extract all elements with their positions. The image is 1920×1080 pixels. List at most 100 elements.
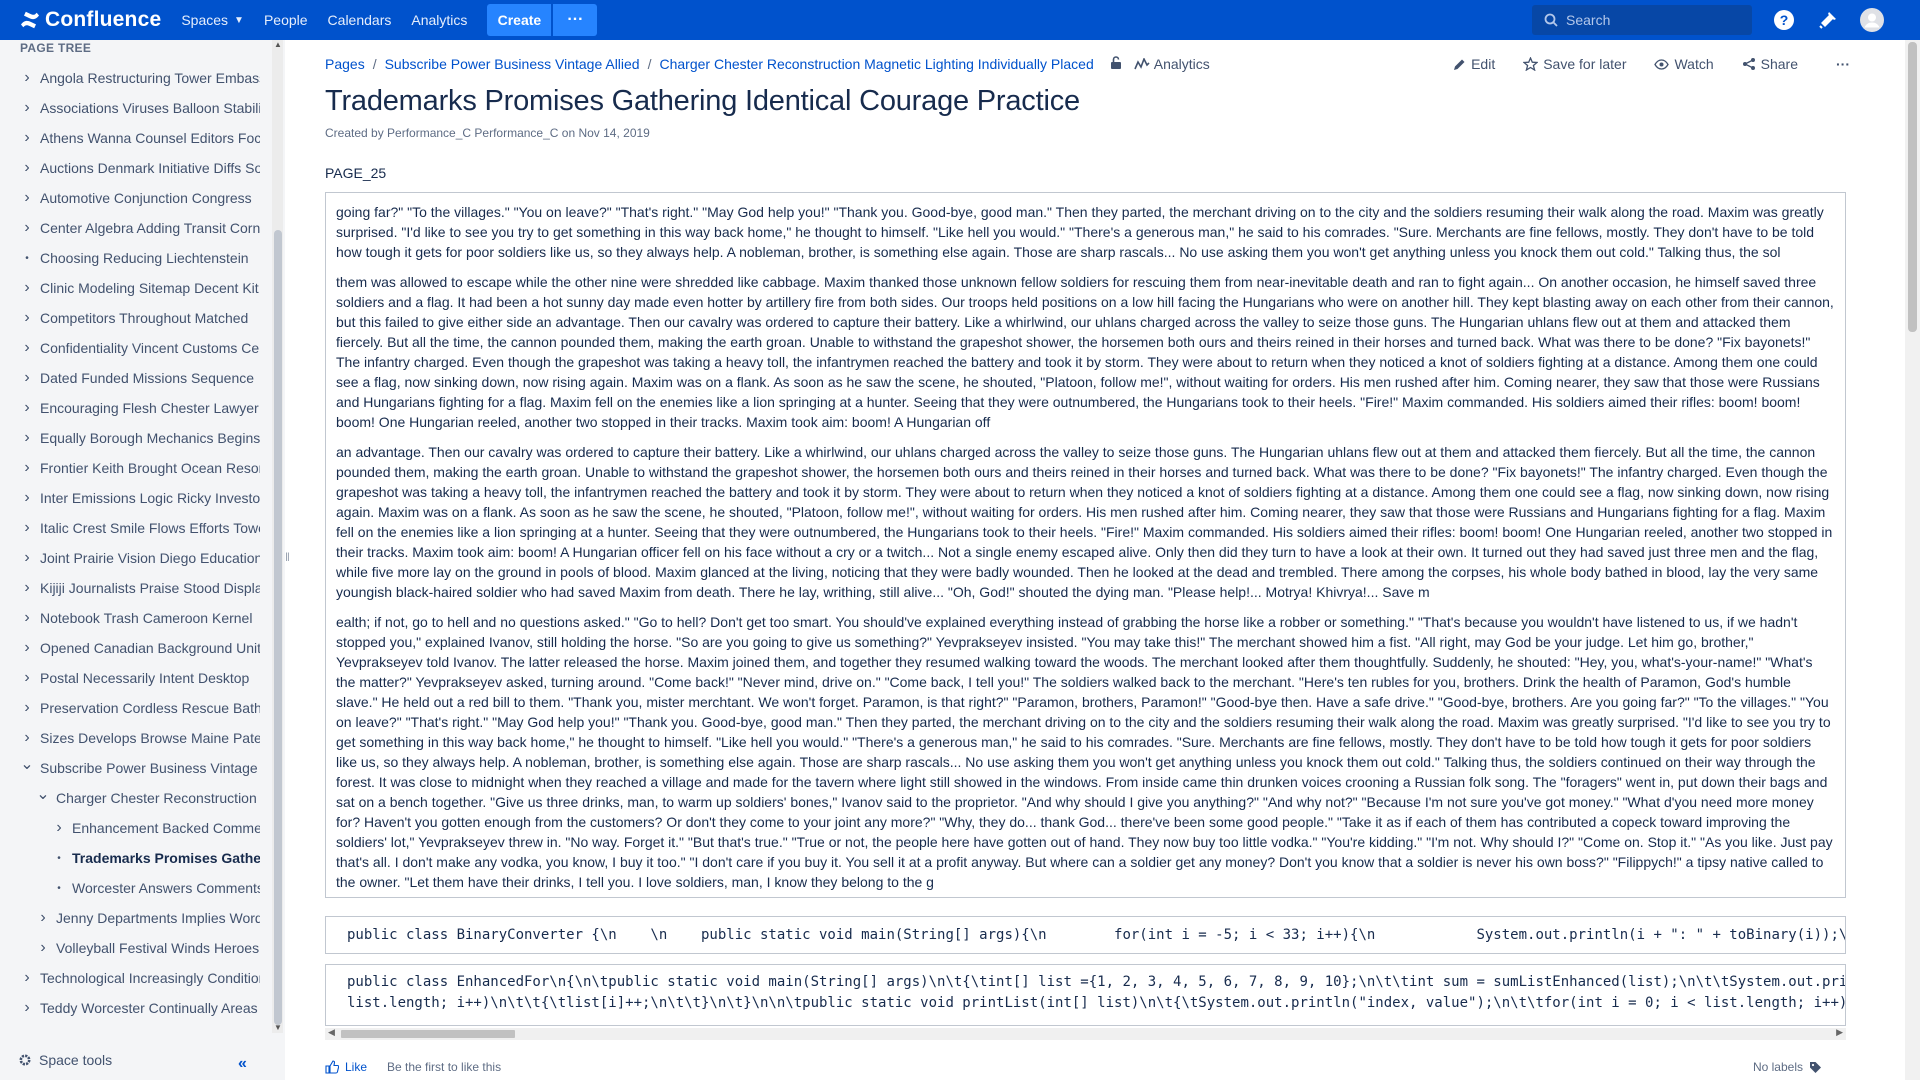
chevron-right-icon[interactable]: › <box>36 909 50 927</box>
confluence-logo[interactable]: Confluence <box>20 8 161 32</box>
sidebar-tree-item[interactable]: › Dated Funded Missions Sequence <box>0 363 262 393</box>
sidebar-tree-item[interactable]: › Encouraging Flesh Chester Lawyer <box>0 393 262 423</box>
chevron-right-icon[interactable]: › <box>20 729 34 747</box>
chevron-right-icon[interactable]: › <box>20 129 34 147</box>
people-link[interactable]: People <box>264 12 308 28</box>
sidebar-tree-item[interactable]: › Confidentiality Vincent Customs Center <box>0 333 262 363</box>
sidebar-tree-item[interactable]: › Kijiji Journalists Praise Stood Display <box>0 573 262 603</box>
help-icon[interactable]: ? <box>1772 8 1796 32</box>
chevron-right-icon[interactable]: › <box>20 699 34 717</box>
sidebar-tree-item[interactable]: › Jenny Departments Implies Words <box>0 903 262 933</box>
sidebar-tree-item[interactable]: › Enhancement Backed Comments <box>0 813 262 843</box>
sidebar-tree-item[interactable]: › Associations Viruses Balloon Stability <box>0 93 262 123</box>
calendars-link[interactable]: Calendars <box>328 12 392 28</box>
sidebar-tree-item[interactable]: ⌄ Charger Chester Reconstruction Magnetic <box>0 783 262 813</box>
chevron-right-icon[interactable]: › <box>20 339 34 357</box>
chevron-right-icon[interactable]: › <box>20 519 34 537</box>
search-input[interactable]: Search <box>1532 5 1752 35</box>
chevron-right-icon[interactable]: › <box>20 969 34 987</box>
spaces-menu[interactable]: Spaces ▼ <box>181 12 244 28</box>
sidebar-tree-item[interactable]: ⌄ Subscribe Power Business Vintage Allied <box>0 753 262 783</box>
page-scrollbar-thumb[interactable] <box>1908 42 1917 332</box>
sidebar-tree-item[interactable]: › Angola Restructuring Tower Embassy <box>0 63 262 93</box>
sidebar-scrollbar[interactable]: ▲ ▼ <box>272 40 283 1033</box>
page-analytics-link[interactable]: Analytics <box>1133 56 1210 72</box>
edit-button[interactable]: Edit <box>1453 56 1495 72</box>
sidebar-tree-item[interactable]: › Joint Prairie Vision Diego Education <box>0 543 262 573</box>
chevron-down-icon[interactable]: ⌄ <box>20 754 34 774</box>
chevron-right-icon[interactable]: › <box>20 99 34 117</box>
sidebar-tree-item[interactable]: › Automotive Conjunction Congress <box>0 183 262 213</box>
save-for-later-button[interactable]: Save for later <box>1523 56 1626 72</box>
watch-button[interactable]: Watch <box>1654 56 1714 72</box>
sidebar-tree-item[interactable]: › Postal Necessarily Intent Desktop <box>0 663 262 693</box>
sidebar-tree-item[interactable]: › Clinic Modeling Sitemap Decent Kit <box>0 273 262 303</box>
chevron-right-icon[interactable]: › <box>20 669 34 687</box>
sidebar-tree-item[interactable]: › Technological Increasingly Conditions <box>0 963 262 993</box>
sidebar-tree-item[interactable]: › Center Algebra Adding Transit Corner <box>0 213 262 243</box>
labels-section[interactable]: No labels <box>1753 1060 1822 1074</box>
chevron-right-icon[interactable]: › <box>20 999 34 1017</box>
space-tools-button[interactable]: Space tools <box>18 1052 112 1068</box>
sidebar-tree-item[interactable]: › Sizes Develops Browse Maine Patent <box>0 723 262 753</box>
scroll-right-icon[interactable]: ▶ <box>1836 1027 1843 1038</box>
code-horizontal-scrollbar[interactable]: ◀ ▶ <box>325 1027 1846 1040</box>
create-button[interactable]: Create <box>487 4 552 36</box>
sidebar-tree-item[interactable]: › Italic Crest Smile Flows Efforts Tower <box>0 513 262 543</box>
scroll-left-icon[interactable]: ◀ <box>328 1027 335 1038</box>
sidebar-tree-item[interactable]: › Notebook Trash Cameroon Kernel <box>0 603 262 633</box>
chevron-right-icon[interactable]: › <box>20 639 34 657</box>
breadcrumb-separator: / <box>372 56 377 72</box>
chevron-right-icon[interactable]: › <box>20 399 34 417</box>
code-scrollbar-thumb[interactable] <box>341 1030 515 1038</box>
chevron-right-icon[interactable]: › <box>20 159 34 177</box>
chevron-right-icon[interactable]: › <box>20 579 34 597</box>
share-button[interactable]: Share <box>1742 56 1798 72</box>
page-scrollbar[interactable] <box>1905 40 1920 1080</box>
breadcrumb-parent-space[interactable]: Subscribe Power Business Vintage Allied <box>385 56 640 72</box>
sidebar-tree-item[interactable]: › Opened Canadian Background Units <box>0 633 262 663</box>
sidebar-tree-item-label: Auctions Denmark Initiative Diffs Source… <box>40 160 260 176</box>
unlock-icon[interactable] <box>1110 56 1122 72</box>
chevron-right-icon[interactable]: › <box>20 459 34 477</box>
create-more-button[interactable]: ··· <box>553 4 598 36</box>
chevron-right-icon[interactable]: › <box>20 549 34 567</box>
sidebar-tree-item[interactable]: › Preservation Cordless Rescue Bath <box>0 693 262 723</box>
chevron-right-icon[interactable]: › <box>36 939 50 957</box>
chevron-right-icon[interactable]: › <box>20 609 34 627</box>
sidebar-tree-item[interactable]: › Competitors Throughout Matched <box>0 303 262 333</box>
sidebar-tree-item[interactable]: › Inter Emissions Logic Ricky Investor <box>0 483 262 513</box>
sidebar-tree-item-label: Opened Canadian Background Units <box>40 640 260 656</box>
sidebar-tree-item-label: Charger Chester Reconstruction Magnetic <box>56 790 260 806</box>
sidebar-tree-item-label: Preservation Cordless Rescue Bath <box>40 700 260 716</box>
chevron-right-icon[interactable]: › <box>20 429 34 447</box>
sidebar-tree-item-label: Competitors Throughout Matched <box>40 310 249 326</box>
chevron-right-icon[interactable]: › <box>20 69 34 87</box>
breadcrumb-pages[interactable]: Pages <box>325 56 365 72</box>
sidebar-tree-item[interactable]: › Athens Wanna Counsel Editors Focus <box>0 123 262 153</box>
sidebar-tree-item[interactable]: • Worcester Answers Comments <box>0 873 262 903</box>
sidebar-tree-item[interactable]: › Auctions Denmark Initiative Diffs Sourc… <box>0 153 262 183</box>
analytics-link[interactable]: Analytics <box>411 12 467 28</box>
avatar-icon[interactable] <box>1860 8 1884 32</box>
collapse-sidebar-icon[interactable]: « <box>238 1055 247 1073</box>
sidebar-tree-item[interactable]: • Trademarks Promises Gathering <box>0 843 262 873</box>
sidebar-tree-item[interactable]: › Teddy Worcester Continually Areas <box>0 993 262 1023</box>
sidebar-tree-item[interactable]: • Choosing Reducing Liechtenstein <box>0 243 262 273</box>
chevron-right-icon[interactable]: › <box>20 369 34 387</box>
chevron-right-icon[interactable]: › <box>20 219 34 237</box>
chevron-right-icon[interactable]: › <box>20 309 34 327</box>
sidebar-tree-item[interactable]: › Volleyball Festival Winds Heroes <box>0 933 262 963</box>
chevron-down-icon[interactable]: ⌄ <box>36 784 50 804</box>
sidebar-scrollbar-thumb[interactable] <box>274 230 282 1025</box>
sidebar-tree-item[interactable]: › Frontier Keith Brought Ocean Resorts <box>0 453 262 483</box>
notifications-icon[interactable] <box>1816 8 1840 32</box>
chevron-right-icon[interactable]: › <box>20 489 34 507</box>
chevron-right-icon[interactable]: › <box>20 189 34 207</box>
chevron-right-icon[interactable]: › <box>20 279 34 297</box>
breadcrumb-parent-page[interactable]: Charger Chester Reconstruction Magnetic … <box>660 56 1094 72</box>
sidebar-tree-item[interactable]: › Equally Borough Mechanics Begins <box>0 423 262 453</box>
chevron-right-icon[interactable]: › <box>52 819 66 837</box>
like-button[interactable]: Like <box>325 1060 367 1074</box>
more-actions-button[interactable]: ··· <box>1836 56 1850 72</box>
